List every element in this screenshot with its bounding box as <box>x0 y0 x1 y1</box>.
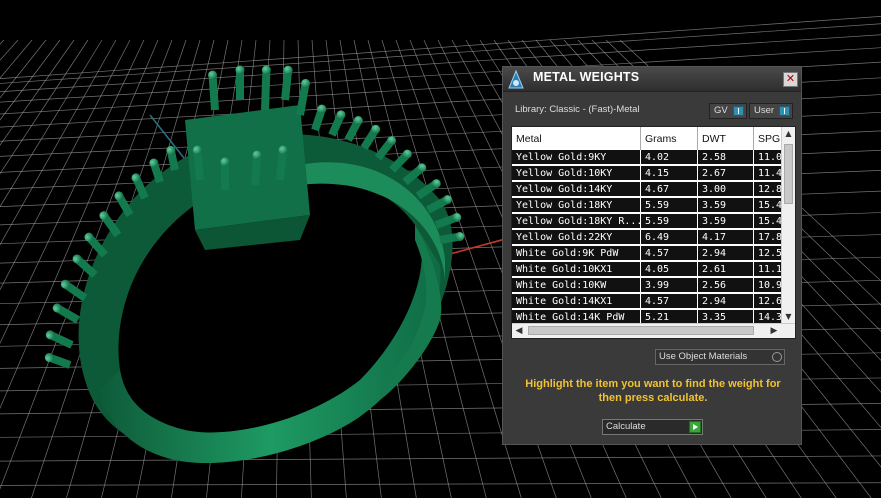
cell-grams: 4.67 <box>641 182 698 197</box>
gv-toggle[interactable]: GV <box>709 103 747 119</box>
cell-dwt: 4.17 <box>698 230 754 245</box>
radio-icon[interactable] <box>772 352 782 362</box>
cell-metal: Yellow Gold:9KY <box>512 150 641 165</box>
cell-dwt: 2.94 <box>698 294 754 309</box>
prong <box>374 136 397 161</box>
gv-toggle-label: GV <box>714 105 728 116</box>
calculate-label: Calculate <box>606 421 646 432</box>
panel-title: METAL WEIGHTS <box>533 70 640 84</box>
horizontal-scroll-thumb[interactable] <box>528 326 754 335</box>
cell-dwt: 3.00 <box>698 182 754 197</box>
vertical-scroll-thumb[interactable] <box>784 144 793 204</box>
cell-dwt: 2.56 <box>698 278 754 293</box>
toggle-knob-icon <box>733 106 744 116</box>
cell-metal: White Gold:10KW <box>512 278 641 293</box>
panel-titlebar[interactable]: METAL WEIGHTS ✕ <box>503 67 801 92</box>
table-row[interactable]: Yellow Gold:18KY 5.59 3.59 15.41 <box>512 198 788 213</box>
prong <box>220 157 230 190</box>
cell-dwt: 2.58 <box>698 150 754 165</box>
column-header-dwt[interactable]: DWT <box>698 127 754 150</box>
cell-metal: Yellow Gold:18KY R... <box>512 214 641 229</box>
prong <box>45 330 74 349</box>
vertical-scrollbar[interactable]: ▲ ▼ <box>781 127 795 324</box>
prong <box>311 104 327 132</box>
use-object-materials-option[interactable]: Use Object Materials <box>655 349 785 365</box>
cell-metal: Yellow Gold:10KY <box>512 166 641 181</box>
grid-line <box>0 39 61 121</box>
user-toggle-label: User <box>754 105 775 116</box>
table-row[interactable]: Yellow Gold:18KY R... 5.59 3.59 15.41 <box>512 214 788 229</box>
grid-line <box>0 455 881 462</box>
scroll-left-icon[interactable]: ◀ <box>512 324 526 338</box>
cell-dwt: 3.59 <box>698 214 754 229</box>
scroll-right-icon[interactable]: ▶ <box>767 324 781 338</box>
prong <box>360 124 381 151</box>
grid-line <box>0 39 5 45</box>
prong <box>52 303 80 324</box>
prong <box>131 173 149 200</box>
calculate-button[interactable]: Calculate <box>602 419 703 435</box>
cell-dwt: 2.94 <box>698 246 754 261</box>
cell-grams: 6.49 <box>641 230 698 245</box>
grid-line <box>0 482 881 486</box>
scroll-up-icon[interactable]: ▲ <box>782 127 795 141</box>
library-label: Library: Classic - (Fast)-Metal <box>515 104 640 115</box>
cell-grams: 5.59 <box>641 198 698 213</box>
grid-line <box>0 39 89 175</box>
table-row[interactable]: Yellow Gold:14KY 4.67 3.00 12.88 <box>512 182 788 197</box>
cell-dwt: 2.61 <box>698 262 754 277</box>
toggle-knob-icon <box>779 106 790 116</box>
column-header-grams[interactable]: Grams <box>641 127 698 150</box>
close-button[interactable]: ✕ <box>783 72 798 87</box>
grid-line <box>0 39 19 61</box>
cell-metal: White Gold:9K PdW <box>512 246 641 261</box>
table-row[interactable]: White Gold:9K PdW 4.57 2.94 12.59 <box>512 246 788 261</box>
scroll-down-icon[interactable]: ▼ <box>782 310 795 324</box>
table-row[interactable]: Yellow Gold:10KY 4.15 2.67 11.45 <box>512 166 788 181</box>
flask-icon <box>508 69 524 89</box>
play-arrow-icon <box>689 421 701 433</box>
cell-metal: Yellow Gold:14KY <box>512 182 641 197</box>
table-row[interactable]: Yellow Gold:9KY 4.02 2.58 11.08 <box>512 150 788 165</box>
table-row[interactable]: Yellow Gold:22KY 6.49 4.17 17.89 <box>512 230 788 245</box>
cell-metal: White Gold:14KX1 <box>512 294 641 309</box>
cell-grams: 3.99 <box>641 278 698 293</box>
grid-line <box>0 39 33 79</box>
user-toggle[interactable]: User <box>749 103 793 119</box>
table-header: Metal Grams DWT SPG <box>512 127 782 150</box>
cell-grams: 4.15 <box>641 166 698 181</box>
table-row[interactable]: White Gold:14KX1 4.57 2.94 12.61 <box>512 294 788 309</box>
table-row[interactable]: White Gold:10KW 3.99 2.56 10.99 <box>512 278 788 293</box>
cell-metal: White Gold:10KX1 <box>512 262 641 277</box>
table-row[interactable]: White Gold:10KX1 4.05 2.61 11.18 <box>512 262 788 277</box>
instruction-text: Highlight the item you want to find the … <box>525 378 781 404</box>
cell-grams: 4.57 <box>641 246 698 261</box>
prong <box>44 352 72 369</box>
cell-dwt: 3.59 <box>698 198 754 213</box>
cell-metal: Yellow Gold:18KY <box>512 198 641 213</box>
prong <box>281 65 293 101</box>
metal-weights-panel: METAL WEIGHTS ✕ Library: Classic - (Fast… <box>502 66 802 445</box>
prong <box>261 65 271 111</box>
cell-grams: 4.05 <box>641 262 698 277</box>
horizontal-scrollbar[interactable]: ◀ ▶ <box>512 323 795 338</box>
use-object-materials-label: Use Object Materials <box>659 351 748 362</box>
cell-grams: 5.59 <box>641 214 698 229</box>
cell-grams: 4.02 <box>641 150 698 165</box>
cell-grams: 4.57 <box>641 294 698 309</box>
prong <box>235 65 245 100</box>
metal-table: Metal Grams DWT SPG Yellow Gold:9KY 4.02 2… <box>511 126 796 339</box>
cell-metal: Yellow Gold:22KY <box>512 230 641 245</box>
column-header-metal[interactable]: Metal <box>512 127 641 150</box>
cell-dwt: 2.67 <box>698 166 754 181</box>
